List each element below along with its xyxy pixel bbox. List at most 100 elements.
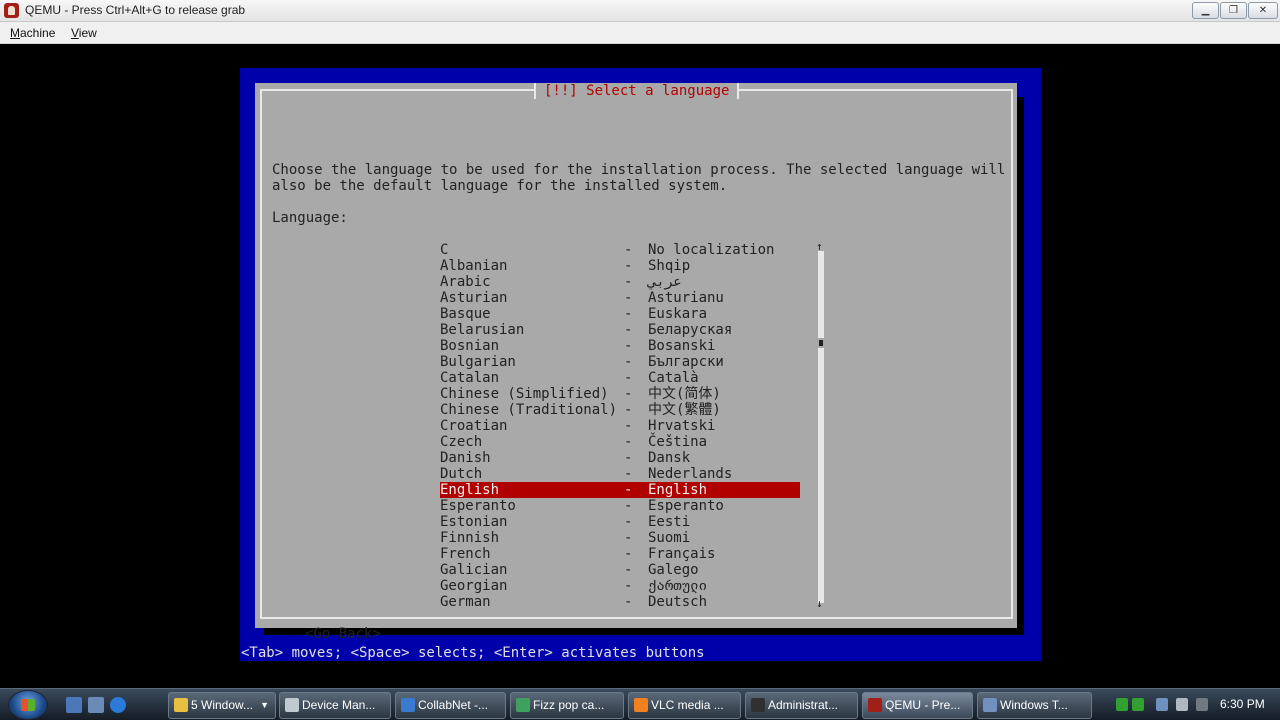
tray-icon[interactable] bbox=[1196, 698, 1208, 711]
menu-view-mnemonic: V bbox=[71, 26, 79, 40]
clock[interactable]: 6:30 PM bbox=[1220, 697, 1265, 711]
language-option-belarusian[interactable]: Belarusian - Беларуская bbox=[440, 322, 800, 338]
window-title: QEMU - Press Ctrl+Alt+G to release grab bbox=[25, 3, 246, 17]
internet-explorer-icon[interactable] bbox=[110, 697, 126, 713]
language-name: Danish bbox=[440, 450, 491, 466]
language-option-arabic[interactable]: Arabic - عربي bbox=[440, 274, 800, 290]
language-native-name: Shqip bbox=[648, 258, 691, 274]
volume-muted-icon[interactable] bbox=[1176, 698, 1188, 711]
language-option-german[interactable]: German - Deutsch bbox=[440, 594, 800, 610]
scroll-up-icon[interactable]: ↑ bbox=[816, 241, 823, 252]
language-option-french[interactable]: French - Français bbox=[440, 546, 800, 562]
dialog-description: Choose the language to be used for the i… bbox=[272, 162, 1005, 194]
taskbar-button-7[interactable]: QEMU - Pre... bbox=[862, 692, 973, 719]
menu-machine[interactable]: Machine bbox=[10, 26, 55, 40]
taskbar: 5 Window... ▼ Device Man... CollabNet -... F… bbox=[0, 688, 1280, 720]
taskbar-button-label: Fizz pop ca... bbox=[533, 698, 605, 712]
language-native-name: Català bbox=[648, 370, 699, 386]
language-scrollbar[interactable]: ↑ ↓ bbox=[816, 241, 824, 610]
language-option-croatian[interactable]: Croatian - Hrvatski bbox=[440, 418, 800, 434]
language-native-name: Беларуская bbox=[648, 322, 733, 338]
menu-view-label: iew bbox=[78, 26, 97, 40]
system-tray: 6:30 PM bbox=[1108, 692, 1278, 719]
language-name: Albanian bbox=[440, 258, 508, 274]
minimize-button[interactable]: ▁ bbox=[1192, 2, 1219, 19]
language-separator: - bbox=[624, 258, 633, 274]
language-option-galician[interactable]: Galician - Galego bbox=[440, 562, 800, 578]
scroll-down-icon[interactable]: ↓ bbox=[816, 598, 823, 609]
language-option-english[interactable]: English - English bbox=[440, 482, 800, 498]
language-option-danish[interactable]: Danish - Dansk bbox=[440, 450, 800, 466]
menu-view[interactable]: View bbox=[71, 26, 97, 40]
language-separator: - bbox=[624, 274, 633, 290]
language-option-bulgarian[interactable]: Bulgarian - Български bbox=[440, 354, 800, 370]
language-option-catalan[interactable]: Catalan - Català bbox=[440, 370, 800, 386]
language-name: Dutch bbox=[440, 466, 483, 482]
taskbar-button-8[interactable]: Windows T... bbox=[977, 692, 1092, 719]
language-name: Finnish bbox=[440, 530, 500, 546]
taskbar-app-icon bbox=[983, 698, 997, 712]
taskbar-app-icon bbox=[401, 698, 415, 712]
language-option-finnish[interactable]: Finnish - Suomi bbox=[440, 530, 800, 546]
language-separator: - bbox=[624, 290, 633, 306]
language-option-asturian[interactable]: Asturian - Asturianu bbox=[440, 290, 800, 306]
language-separator: - bbox=[624, 482, 633, 498]
language-option-estonian[interactable]: Estonian - Eesti bbox=[440, 514, 800, 530]
language-option-bosnian[interactable]: Bosnian - Bosanski bbox=[440, 338, 800, 354]
language-option-chinese-traditional[interactable]: Chinese (Traditional) - 中文(繁體) bbox=[440, 402, 800, 418]
language-list[interactable]: C - No localization Albanian - Shqip Arabic - عر… bbox=[440, 242, 800, 610]
taskbar-button-3[interactable]: CollabNet -... bbox=[395, 692, 506, 719]
go-back-button[interactable]: <Go Back> bbox=[305, 626, 381, 642]
keyboard-hint: <Tab> moves; <Space> selects; <Enter> ac… bbox=[241, 645, 705, 661]
taskbar-button-label: VLC media ... bbox=[651, 698, 724, 712]
scrollbar-track[interactable] bbox=[818, 251, 824, 603]
scrollbar-thumb[interactable] bbox=[817, 338, 824, 348]
language-native-name: Dansk bbox=[648, 450, 691, 466]
language-separator: - bbox=[624, 546, 633, 562]
taskbar-button-2[interactable]: Device Man... bbox=[279, 692, 391, 719]
language-separator: - bbox=[624, 402, 633, 418]
taskbar-app-icon bbox=[285, 698, 299, 712]
taskbar-app-icon bbox=[868, 698, 882, 712]
taskbar-button-5[interactable]: VLC media ... bbox=[628, 692, 741, 719]
tray-app-icon[interactable] bbox=[1116, 698, 1128, 711]
language-separator: - bbox=[624, 386, 633, 402]
language-separator: - bbox=[624, 498, 633, 514]
taskbar-app-icon bbox=[174, 698, 188, 712]
qemu-app-icon[interactable] bbox=[4, 3, 19, 18]
language-separator: - bbox=[624, 578, 633, 594]
language-name: Croatian bbox=[440, 418, 508, 434]
guest-screen[interactable]: [!!] Select a language Choose the langua… bbox=[0, 45, 1280, 688]
tray-app-icon-2[interactable] bbox=[1132, 698, 1144, 711]
language-option-albanian[interactable]: Albanian - Shqip bbox=[440, 258, 800, 274]
switch-windows-icon[interactable] bbox=[88, 697, 104, 713]
language-option-c[interactable]: C - No localization bbox=[440, 242, 800, 258]
start-button[interactable] bbox=[8, 690, 48, 720]
taskbar-button-label: CollabNet -... bbox=[418, 698, 489, 712]
language-separator: - bbox=[624, 514, 633, 530]
language-option-esperanto[interactable]: Esperanto - Esperanto bbox=[440, 498, 800, 514]
language-option-czech[interactable]: Czech - Čeština bbox=[440, 434, 800, 450]
language-dialog: [!!] Select a language Choose the langua… bbox=[255, 83, 1017, 642]
taskbar-button-6[interactable]: Administrat... bbox=[745, 692, 858, 719]
language-name: Basque bbox=[440, 306, 491, 322]
maximize-button[interactable]: ❐ bbox=[1220, 2, 1247, 19]
menu-bar: Machine View bbox=[0, 22, 1280, 44]
language-separator: - bbox=[624, 322, 633, 338]
close-button[interactable]: ✕ bbox=[1248, 2, 1278, 19]
taskbar-button-4[interactable]: Fizz pop ca... bbox=[510, 692, 624, 719]
description-line-1: Choose the language to be used for the i… bbox=[272, 162, 1006, 178]
group-dropdown-icon[interactable]: ▼ bbox=[260, 693, 269, 718]
language-name: French bbox=[440, 546, 491, 562]
language-native-name: Esperanto bbox=[648, 498, 724, 514]
language-separator: - bbox=[624, 562, 633, 578]
language-option-dutch[interactable]: Dutch - Nederlands bbox=[440, 466, 800, 482]
show-desktop-icon[interactable] bbox=[66, 697, 82, 713]
language-option-basque[interactable]: Basque - Euskara bbox=[440, 306, 800, 322]
network-icon[interactable] bbox=[1156, 698, 1168, 711]
language-option-georgian[interactable]: Georgian - ქართული bbox=[440, 578, 800, 594]
language-name: Estonian bbox=[440, 514, 508, 530]
taskbar-button-1[interactable]: 5 Window... ▼ bbox=[168, 692, 276, 719]
language-option-chinese-simplified[interactable]: Chinese (Simplified) - 中文(简体) bbox=[440, 386, 800, 402]
language-name: English bbox=[440, 482, 500, 498]
